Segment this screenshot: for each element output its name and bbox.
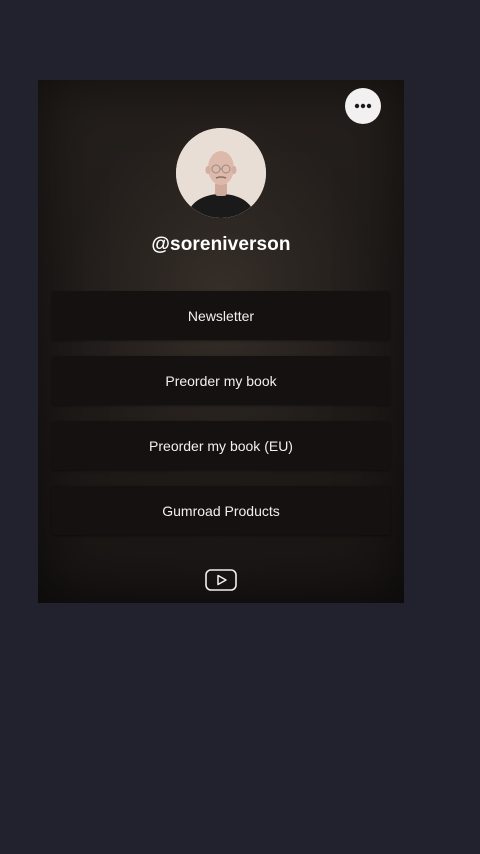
profile-card: @soreniverson Newsletter Preorder my boo… [38,80,404,603]
youtube-icon[interactable] [205,569,237,591]
newsletter-link-button[interactable]: Newsletter [52,291,390,340]
gumroad-products-link-button[interactable]: Gumroad Products [52,486,390,535]
preorder-book-link-button[interactable]: Preorder my book [52,356,390,405]
more-horizontal-icon [354,103,372,109]
avatar-image [176,128,266,218]
link-list: Newsletter Preorder my book Preorder my … [52,291,390,551]
preorder-book-eu-link-button[interactable]: Preorder my book (EU) [52,421,390,470]
profile-username: @soreniverson [151,234,291,255]
more-options-button[interactable] [345,88,381,124]
avatar [176,128,266,218]
